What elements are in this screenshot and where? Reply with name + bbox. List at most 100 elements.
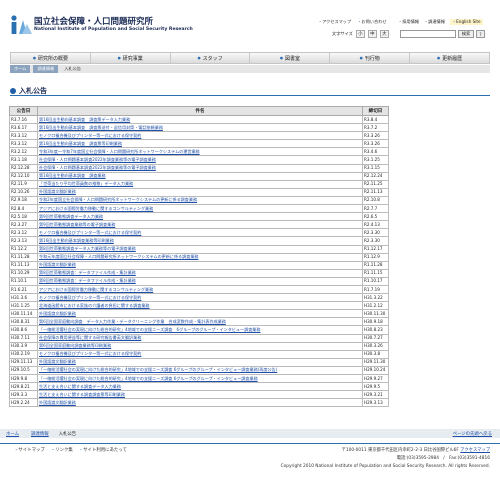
- text-size-large-button[interactable]: 大: [379, 30, 389, 38]
- notice-subject-link[interactable]: 外国語論文翻訳業務: [37, 187, 363, 197]
- nav-item-publications[interactable]: 刊行物: [330, 53, 411, 63]
- notice-subject-link[interactable]: 第9回世帯動態調査業務等の電子調査業務: [37, 220, 363, 230]
- notice-subject-link[interactable]: 社会保障・人口問題基本調査2022年調査業務等の電子調査業務: [37, 155, 363, 165]
- notice-subject-link[interactable]: 外国語論文翻訳業務: [37, 398, 363, 408]
- notice-subject-link[interactable]: 「一億総活躍社会の実現に向けた総合的研究」4地域での支援ニーズ調査 6グループの…: [37, 365, 363, 376]
- nav-item-about[interactable]: 研究所の概要: [11, 53, 91, 63]
- breadcrumb-home[interactable]: ホーム: [10, 65, 31, 73]
- notice-subject-link[interactable]: 生活と支え合いに関する調査データ入力業務: [37, 382, 363, 392]
- footer-sitemap-link[interactable]: サイトマップ: [14, 447, 44, 453]
- contact-link[interactable]: お問い合わせ: [357, 19, 386, 25]
- nav-item-research[interactable]: 研究事業: [91, 53, 171, 63]
- table-row: R3.3.12 モノクロ複合機及びプリンター等一式における保守契約 R3.3.26: [9, 131, 389, 141]
- notice-subject-link[interactable]: 外国語論文翻訳業務: [37, 260, 363, 270]
- notice-subject-link[interactable]: 第16回出生動向基本調査 調査業務: [37, 171, 363, 181]
- text-size-small-button[interactable]: 小: [355, 30, 365, 38]
- notice-subject-link[interactable]: 社会保障・人口問題基本調査2022年調査業務等の電子調査業務: [37, 163, 363, 173]
- breadcrumb-bottom-procurement[interactable]: 調達情報: [31, 431, 49, 437]
- notice-subject-link[interactable]: 第8回世帯動態調査：データファイル作成・集計業務: [37, 268, 363, 278]
- notice-subject-link[interactable]: 北海道函館市における家族の介護者の負担に関する調査業務: [37, 301, 363, 311]
- table-row: R2.3.27 第9回世帯動態調査業務等の電子調査業務 R2.4.13: [9, 220, 389, 230]
- notice-table: 公告日 件名 締切日 R3.7.16 第16回出生動向基本調査 調査票データ入力業…: [9, 106, 389, 408]
- deadline-cell: H29.3.13: [362, 398, 389, 408]
- notice-subject-link[interactable]: モノクロ複合機及びプリンター等一式における保守契約: [37, 228, 363, 238]
- notice-subject-link[interactable]: 第6回全国家庭動向調査 データ入力作業・データクリーニング作業 合成変数作成・集…: [37, 317, 363, 327]
- footer-access-link[interactable]: アクセスマップ: [460, 448, 490, 453]
- notice-date-cell: H29.9.8: [9, 373, 38, 384]
- logo-title-jp[interactable]: 国立社会保障・人口問題研究所: [34, 15, 153, 27]
- deadline-cell: H30.9.18: [362, 317, 389, 327]
- table-row: R3.1.18 社会保障・人口問題基本調査2022年調査業務等の電子調査業務 R3.…: [9, 155, 389, 165]
- notice-subject-link[interactable]: 「世帯当たり平均世帯員数の推移」データ入力業務: [37, 179, 363, 189]
- notice-date-cell: R1.10.1: [9, 276, 38, 286]
- notice-subject-link[interactable]: モノクロ複合機及びプリンター等一式における保守契約: [37, 349, 363, 359]
- help-button[interactable]: ?: [476, 30, 485, 38]
- deadline-cell: R3.1.25: [362, 155, 389, 165]
- notice-subject-link[interactable]: 第8回世帯動態調査データ入力業務等の電子調査業務: [37, 244, 363, 254]
- footer-terms-link[interactable]: サイト利用にあたって: [79, 447, 127, 453]
- notice-date-cell: H30.8.31: [9, 317, 38, 327]
- table-row: H30.8.31 第6回全国家庭動向調査 データ入力作業・データクリーニング作業 …: [9, 317, 389, 327]
- notice-subject-link[interactable]: 第16回出生動向基本調査 調査票等印刷業務: [37, 139, 363, 149]
- nav-item-staff[interactable]: スタッフ: [171, 53, 251, 63]
- search-button[interactable]: 検索: [458, 30, 474, 38]
- notice-subject-link[interactable]: 第9回世帯動態調査データ入力業務: [37, 212, 363, 222]
- notice-subject-link[interactable]: 第16回出生動向基本調査 調査票データ入力業務: [37, 114, 363, 125]
- procurement-link[interactable]: 調達情報: [424, 19, 445, 25]
- notice-subject-link[interactable]: 令和元年度国立社会保障・人口問題研究所ネットワークシステムの更新に係る調査業務: [37, 252, 363, 262]
- nav-item-library[interactable]: 図書室: [250, 53, 331, 63]
- table-row: R2.3.12 モノクロ複合機及びプリンター等一式における保守契約 R2.3.30: [9, 228, 389, 238]
- deadline-cell: H30.11.30: [362, 309, 389, 319]
- table-row: H31.3.6 モノクロ複合機及びプリンター等一式における保守契約 H31.3.22: [9, 293, 389, 303]
- notice-subject-link[interactable]: 「一億総活躍社会の実現に向けた総合的研究」4地域での支援ニーズ調査 6グループの…: [37, 373, 363, 384]
- table-row: R1.11.28 令和元年度国立社会保障・人口問題研究所ネットワークシステムの更新…: [9, 252, 389, 262]
- breadcrumb-bottom-home[interactable]: ホーム: [6, 431, 19, 437]
- notice-date-cell: R1.10.29: [9, 268, 38, 278]
- notice-subject-link[interactable]: モノクロ複合機及びプリンター等一式における保守契約: [37, 131, 363, 141]
- deadline-cell: R1.7.19: [362, 284, 389, 295]
- notice-subject-link[interactable]: 第6回全国家庭動向調査業務等印刷業務: [37, 341, 363, 351]
- access-map-link[interactable]: アクセスマップ: [318, 19, 351, 25]
- notice-date-cell: H30.8.6: [9, 325, 38, 335]
- search-input[interactable]: [400, 30, 456, 38]
- notice-subject-link[interactable]: 第16回出生動向基本調査業務等印刷業務: [37, 236, 363, 246]
- notice-subject-link[interactable]: 令和2年度国立社会保障・人口問題研究所ネットワークシステムの更新に係る調査業務: [37, 195, 363, 206]
- notice-subject-link[interactable]: 令和3年度～令和7年度国立社会保障・人口問題研究所ネットワークシステムの運営業務: [37, 147, 363, 157]
- header-links: 採用情報 調達情報 English Site: [398, 19, 483, 25]
- table-row: H29.10.5 「一億総活躍社会の実現に向けた総合的研究」4地域での支援ニーズ調…: [9, 365, 389, 376]
- notice-subject-link[interactable]: 生活と支え合いに関する調査調査票等印刷業務: [37, 390, 363, 400]
- notice-subject-link[interactable]: モノクロ複合機及びプリンター等一式における保守契約: [37, 293, 363, 303]
- logo-title-en[interactable]: National Institute of Population and Soc…: [34, 27, 193, 32]
- notice-subject-link[interactable]: 「一億総活躍社会の実現に向けた総合的研究」4地域での支援ニーズ調査 6グループの…: [37, 325, 363, 335]
- notice-subject-link[interactable]: アジアにおける国際労働力移動に関するコンサルティング業務: [37, 204, 363, 214]
- deadline-cell: R2.7.7: [362, 204, 389, 214]
- notice-date-cell: H30.11.14: [9, 309, 38, 319]
- column-header-date: 公告日: [9, 106, 38, 116]
- notice-subject-link[interactable]: 第16回出生動向基本調査 調査票送付・返信用封筒・電話依頼業務: [37, 123, 363, 133]
- deadline-cell: H30.8.23: [362, 325, 389, 335]
- table-row: R2.9.18 令和2年度国立社会保障・人口問題研究所ネットワークシステムの更新に…: [9, 195, 389, 206]
- notice-subject-link[interactable]: 外国語論文翻訳業務: [37, 357, 363, 367]
- deadline-cell: R1.11.28: [362, 260, 389, 270]
- text-size-medium-button[interactable]: 中: [367, 30, 377, 38]
- table-row: H30.11.14 外国語論文翻訳業務 H30.11.30: [9, 309, 389, 319]
- footer-phone: 電話:(03)3595-2984 / Fax:(03)3591-4816: [396, 456, 490, 461]
- recruit-link[interactable]: 採用情報: [398, 19, 419, 25]
- notice-date-cell: R1.12.2: [9, 244, 38, 254]
- notice-subject-link[interactable]: アジアにおける国際労働力移動に関するコンサルティング業務: [37, 284, 363, 295]
- notice-date-cell: H31.3.6: [9, 293, 38, 303]
- table-row: R3.3.12 第16回出生動向基本調査 調査票等印刷業務 R3.3.26: [9, 139, 389, 149]
- breadcrumb-procurement[interactable]: 調達情報: [33, 65, 59, 73]
- logo-icon[interactable]: [8, 14, 34, 36]
- notice-subject-link[interactable]: 第8回世帯動態調査：データファイル作成・集計業務: [37, 276, 363, 286]
- english-site-link[interactable]: English Site: [449, 19, 483, 25]
- notice-subject-link[interactable]: 社会保障の費用便益等に関する研究報告書英文翻訳業務: [37, 333, 363, 343]
- page-top-link[interactable]: ページの先頭へ戻る: [453, 431, 492, 437]
- deadline-cell: R3.7.2: [362, 123, 389, 133]
- table-row: R2.5.18 第9回世帯動態調査データ入力業務 R2.6.5: [9, 212, 389, 222]
- footer-links-link[interactable]: リンク集: [51, 447, 73, 453]
- notice-subject-link[interactable]: 外国語論文翻訳業務: [37, 309, 363, 319]
- notice-date-cell: R2.12.28: [9, 163, 38, 173]
- nav-item-updates[interactable]: 更新履歴: [410, 53, 489, 63]
- table-row: H29.9.8 「一億総活躍社会の実現に向けた総合的研究」4地域での支援ニーズ調査…: [9, 373, 389, 384]
